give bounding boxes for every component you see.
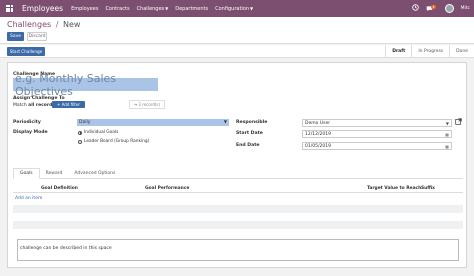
start-date-label: Start Date xyxy=(236,131,263,136)
table-row xyxy=(13,205,463,213)
add-item-link[interactable]: Add an item xyxy=(15,196,42,201)
add-filter-button[interactable]: + Add filter xyxy=(52,101,85,108)
periodicity-select[interactable]: Daily ▼ xyxy=(77,119,229,126)
main-menu: Employees Contracts Challenges▼ Departme… xyxy=(71,6,253,12)
calendar-icon: ▦ xyxy=(445,131,449,137)
calendar-icon: ▦ xyxy=(445,143,449,149)
avatar[interactable] xyxy=(444,4,454,13)
end-date-label: End Date xyxy=(236,143,260,148)
column-target-value[interactable]: Target Value to Reach xyxy=(367,186,421,191)
stage-selector: Draft In Progress Done xyxy=(385,45,474,58)
display-mode-individual-label: Individual Goals xyxy=(84,130,119,135)
display-mode-leaderboard-label: Leader Board (Group Ranking) xyxy=(84,139,150,144)
display-mode-label: Display Mode xyxy=(13,130,48,135)
end-date-field[interactable]: 01/05/2019 ▦ xyxy=(302,142,452,150)
menu-contracts[interactable]: Contracts xyxy=(105,6,129,12)
stage-draft[interactable]: Draft xyxy=(385,45,411,58)
breadcrumb-challenges[interactable]: Challenges xyxy=(7,20,51,29)
column-goal-performance[interactable]: Goal Performance xyxy=(145,186,189,191)
periodicity-value: Daily xyxy=(79,120,91,125)
start-challenge-button[interactable]: Start Challenge xyxy=(7,47,45,56)
clock-icon[interactable] xyxy=(412,4,420,13)
stage-in-progress[interactable]: In Progress xyxy=(411,45,449,58)
tab-advanced-options[interactable]: Advanced Options xyxy=(68,168,121,179)
records-count-button[interactable]: ➔ 3 record(s) xyxy=(129,100,165,109)
app-title: Employees xyxy=(22,4,64,13)
user-name[interactable]: Mitc xyxy=(461,6,470,11)
menu-challenges[interactable]: Challenges▼ xyxy=(137,6,169,12)
domain-match-text: Match all records xyxy=(13,103,55,108)
discard-button[interactable]: Discard xyxy=(27,32,47,41)
apps-menu-icon[interactable] xyxy=(2,0,16,17)
menu-departments[interactable]: Departments xyxy=(175,6,208,12)
caret-down-icon: ▼ xyxy=(165,5,169,11)
responsible-value: Demo User xyxy=(305,120,331,126)
caret-down-icon: ▼ xyxy=(223,119,227,124)
external-link-icon[interactable] xyxy=(455,118,462,125)
menu-configuration-label: Configuration xyxy=(215,5,250,12)
breadcrumb-separator: / xyxy=(55,20,59,29)
column-suffix[interactable]: Suffix xyxy=(421,186,435,191)
periodicity-label: Periodicity xyxy=(13,120,41,125)
stage-done[interactable]: Done xyxy=(449,45,474,58)
match-prefix: Match xyxy=(13,103,27,108)
radio-selected-icon xyxy=(78,130,82,135)
caret-down-icon: ▼ xyxy=(445,120,449,126)
start-date-field[interactable]: 12/12/2019 ▦ xyxy=(302,130,452,138)
description-field[interactable]: challenge can be described in this space xyxy=(17,239,459,261)
column-goal-definition[interactable]: Goal Definition xyxy=(41,186,78,191)
table-row xyxy=(13,221,463,229)
messages-icon[interactable]: 1 xyxy=(426,4,437,12)
radio-unselected-icon xyxy=(78,139,82,144)
menu-challenges-label: Challenges xyxy=(136,5,165,12)
display-mode-individual[interactable]: Individual Goals xyxy=(78,130,118,135)
messages-badge: 1 xyxy=(431,4,436,9)
breadcrumb-current: New xyxy=(62,20,81,29)
caret-down-icon: ▼ xyxy=(250,5,254,11)
end-date-value: 01/05/2019 xyxy=(305,143,331,149)
tab-goals[interactable]: Goals xyxy=(13,168,40,179)
start-date-value: 12/12/2019 xyxy=(305,131,331,137)
display-mode-leaderboard[interactable]: Leader Board (Group Ranking) xyxy=(78,139,149,144)
responsible-label: Responsible xyxy=(236,120,268,125)
match-scope: all records xyxy=(28,103,56,108)
menu-employees[interactable]: Employees xyxy=(71,6,98,12)
top-navbar: Employees Employees Contracts Challenges… xyxy=(0,0,474,17)
responsible-field[interactable]: Demo User ▼ xyxy=(302,119,452,127)
records-count: 3 record(s) xyxy=(138,102,161,107)
goals-table-header: Goal Definition Goal Performance Target … xyxy=(13,185,463,193)
breadcrumb: Challenges / New xyxy=(7,20,80,29)
arrow-right-icon: ➔ xyxy=(133,102,138,107)
save-button[interactable]: Save xyxy=(7,32,24,41)
menu-configuration[interactable]: Configuration▼ xyxy=(215,6,253,12)
form-tabs: Goals Reward Advanced Options xyxy=(13,168,463,179)
form-sheet: Challenge Name e.g. Monthly Sales Object… xyxy=(7,62,467,268)
control-panel: Challenges / New Save Discard xyxy=(0,17,474,44)
form-statusbar: Start Challenge Draft In Progress Done xyxy=(0,45,474,58)
navbar-right: 1 Mitc xyxy=(412,0,470,17)
challenge-name-input[interactable]: e.g. Monthly Sales Objectives xyxy=(13,72,158,98)
tab-reward[interactable]: Reward xyxy=(40,168,69,179)
